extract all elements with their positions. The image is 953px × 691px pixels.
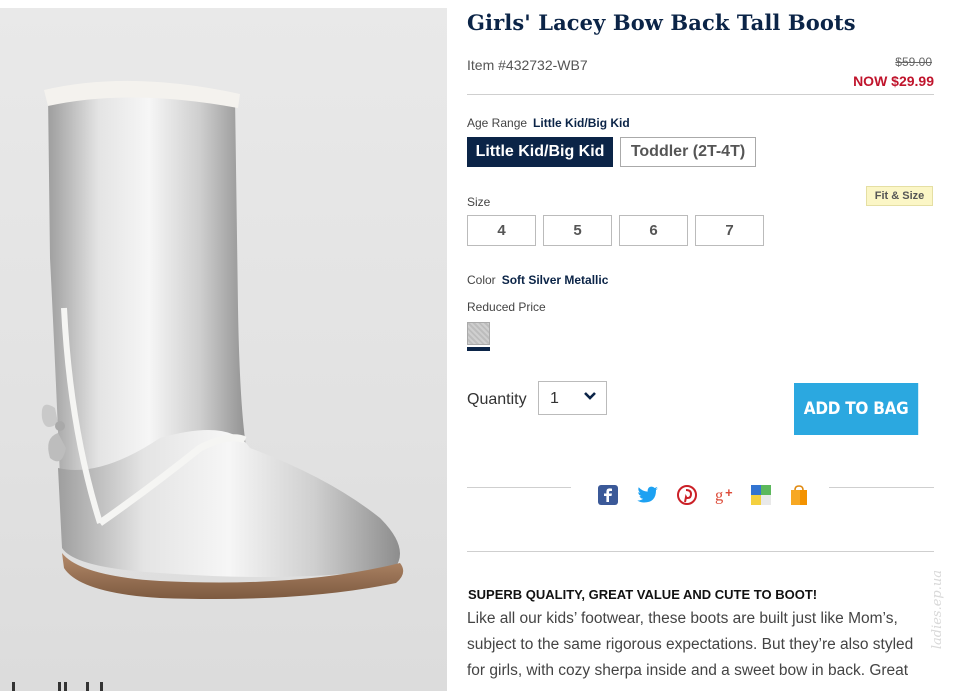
- swatch-selected-indicator: [467, 347, 490, 351]
- color-selected: Soft Silver Metallic: [501, 273, 609, 287]
- sale-price: NOW $29.99: [853, 73, 934, 89]
- share-row: g +: [467, 480, 934, 510]
- size-option-5[interactable]: 5: [543, 215, 612, 246]
- quantity-value: 1: [550, 390, 559, 407]
- facebook-icon[interactable]: [597, 484, 619, 506]
- original-price: $59.00: [895, 55, 932, 69]
- age-range-label-text: Age Range: [467, 116, 528, 130]
- product-title: Girls' Lacey Bow Back Tall Boots: [467, 10, 856, 35]
- description-line: subject to the same rigorous expectation…: [467, 636, 914, 653]
- add-to-bag-button[interactable]: ADD TO BAG: [794, 383, 919, 435]
- description-heading: SUPERB QUALITY, GREAT VALUE AND CUTE TO …: [468, 587, 818, 602]
- product-image: [0, 8, 447, 691]
- shopping-bag-icon[interactable]: [788, 484, 810, 506]
- size-label: Size: [467, 195, 491, 209]
- size-option-4[interactable]: 4: [467, 215, 536, 246]
- item-number: Item #432732-WB7: [467, 57, 588, 73]
- age-range-label: Age Range Little Kid/Big Kid: [467, 116, 630, 130]
- color-label-text: Color: [467, 273, 496, 287]
- description-line: for girls, with cozy sherpa inside and a…: [467, 662, 909, 679]
- divider: [467, 551, 934, 552]
- color-swatch-soft-silver-metallic[interactable]: [467, 322, 490, 345]
- color-label: Color Soft Silver Metallic: [467, 273, 608, 287]
- age-option-little-kid-big-kid[interactable]: Little Kid/Big Kid: [467, 137, 613, 167]
- pinterest-icon[interactable]: [676, 484, 698, 506]
- fit-and-size-link[interactable]: Fit & Size: [866, 186, 933, 206]
- twitter-icon[interactable]: [637, 484, 659, 506]
- svg-text:g: g: [715, 486, 723, 505]
- description-line: Like all our kids’ footwear, these boots…: [467, 610, 898, 627]
- divider: [467, 487, 571, 488]
- age-option-toddler[interactable]: Toddler (2T-4T): [620, 137, 756, 167]
- quantity-label: Quantity: [467, 391, 527, 408]
- size-option-7[interactable]: 7: [695, 215, 764, 246]
- age-range-selected: Little Kid/Big Kid: [533, 116, 630, 130]
- delicious-icon[interactable]: [750, 484, 772, 506]
- divider: [829, 487, 934, 488]
- reduced-price-label: Reduced Price: [467, 300, 546, 314]
- silver-boot-illustration: [41, 80, 404, 599]
- size-option-6[interactable]: 6: [619, 215, 688, 246]
- quantity-select[interactable]: 1: [538, 381, 607, 415]
- watermark: ladies.ep.ua: [930, 570, 945, 650]
- svg-text:+: +: [725, 485, 733, 500]
- google-plus-icon[interactable]: g +: [715, 484, 737, 506]
- thumbnail-strip[interactable]: [0, 680, 120, 691]
- divider: [467, 94, 934, 95]
- chevron-down-icon: [584, 392, 596, 400]
